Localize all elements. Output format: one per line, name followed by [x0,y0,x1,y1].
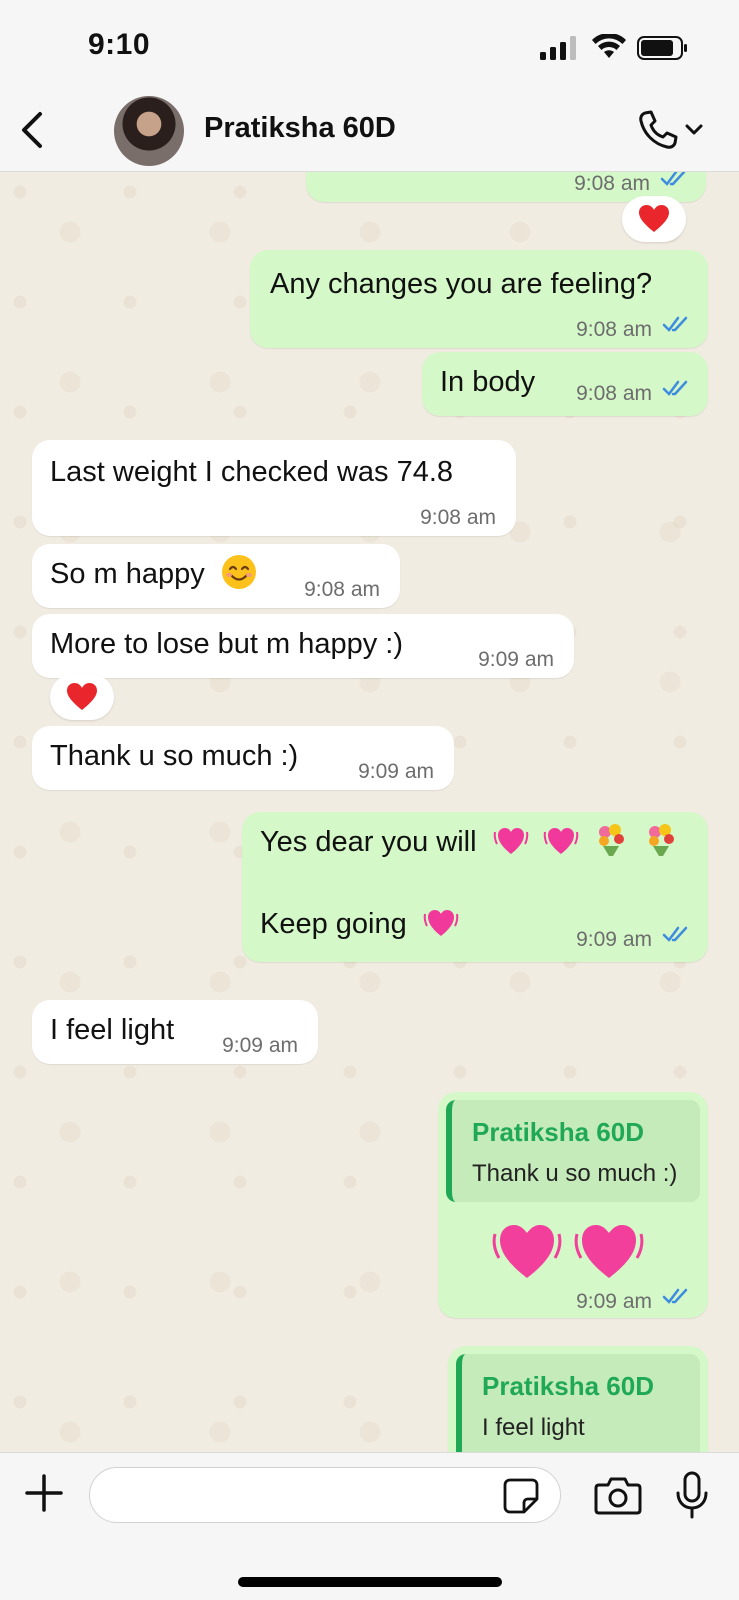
quoted-text: Thank u so much :) [472,1160,678,1187]
message-bubble-outgoing[interactable]: Pratiksha 60D I feel light [448,1346,708,1452]
reaction-heart[interactable] [50,674,114,720]
growing-heart-emoji-icon [543,828,578,855]
read-ticks-icon [660,172,686,186]
message-bubble-outgoing[interactable]: In body 9:08 am [422,352,708,416]
contact-name[interactable]: Pratiksha 60D [204,112,396,145]
quoted-sender: Pratiksha 60D [482,1371,654,1401]
phone-icon[interactable] [636,108,680,152]
chat-header: Pratiksha 60D [0,88,739,172]
input-bar [0,1452,739,1600]
camera-icon[interactable] [594,1475,642,1515]
message-time: 9:08 am [576,382,652,405]
message-time: 9:09 am [576,1290,652,1313]
message-bubble-outgoing[interactable]: Pratiksha 60D Thank u so much :) 9:09 am [438,1092,708,1318]
chevron-down-icon[interactable] [684,122,704,138]
quoted-message[interactable]: Pratiksha 60D Thank u so much :) [446,1100,700,1202]
message-time: 9:09 am [358,760,434,783]
message-bubble-outgoing[interactable]: Any changes you are feeling? 9:08 am [250,250,708,348]
message-text: In body [440,366,536,398]
message-bubble-incoming[interactable]: More to lose but m happy :) 9:09 am [32,614,574,678]
message-text: Any changes you are feeling? [270,268,653,300]
smiling-face-emoji-icon [221,555,256,590]
message-bubble-outgoing[interactable]: Yes dear you will Keep going 9:09 am [242,812,708,962]
message-bubble-incoming[interactable]: I feel light 9:09 am [32,1000,318,1064]
status-bar: 9:10 [0,0,739,88]
bouquet-emoji-icon [648,824,674,857]
message-time: 9:09 am [576,928,652,951]
message-time: 9:08 am [576,318,652,341]
read-ticks-icon [662,316,688,332]
growing-heart-emoji-icon [492,1225,562,1278]
reaction-heart[interactable] [622,196,686,242]
heart-icon [639,205,669,232]
message-time: 9:08 am [304,578,380,601]
growing-heart-emoji-icon [574,1225,644,1278]
read-ticks-icon [662,926,688,942]
message-text: Last weight I checked was 74.8 [50,456,454,488]
growing-heart-emoji-icon [493,828,528,855]
microphone-icon[interactable] [674,1471,710,1519]
avatar[interactable] [114,96,184,166]
message-text: I feel light [50,1014,175,1046]
wifi-icon [592,34,626,58]
back-button[interactable] [14,108,50,152]
message-time: 9:09 am [478,648,554,671]
heart-icon [67,683,97,710]
read-ticks-icon [662,1288,688,1304]
quoted-message[interactable]: Pratiksha 60D I feel light [456,1354,700,1452]
message-input[interactable] [89,1467,561,1523]
plus-icon[interactable] [24,1473,64,1513]
message-text: So m happy [50,555,257,592]
quoted-text: I feel light [482,1414,585,1441]
message-text: More to lose but m happy :) [50,628,403,660]
signal-icon [540,36,576,60]
message-bubble-incoming[interactable]: So m happy 9:08 am [32,544,400,608]
growing-heart-emoji-icon [423,910,459,937]
message-text: Yes dear you will [260,824,679,860]
quoted-sender: Pratiksha 60D [472,1117,644,1147]
status-time: 9:10 [88,28,151,61]
battery-icon [637,36,687,60]
message-bubble-incoming[interactable]: Last weight I checked was 74.8 9:08 am [32,440,516,536]
message-time: 9:08 am [420,506,496,529]
read-ticks-icon [662,380,688,396]
sticker-icon[interactable] [502,1477,540,1515]
message-time: 9:09 am [222,1034,298,1057]
chat-messages[interactable]: 9:08 am Any changes you are feeling? 9:0… [0,172,739,1452]
home-indicator [238,1577,502,1587]
message-bubble-incoming[interactable]: Thank u so much :) 9:09 am [32,726,454,790]
bouquet-emoji-icon [598,824,624,857]
message-text: Thank u so much :) [50,740,299,772]
message-text: Keep going [260,906,459,942]
